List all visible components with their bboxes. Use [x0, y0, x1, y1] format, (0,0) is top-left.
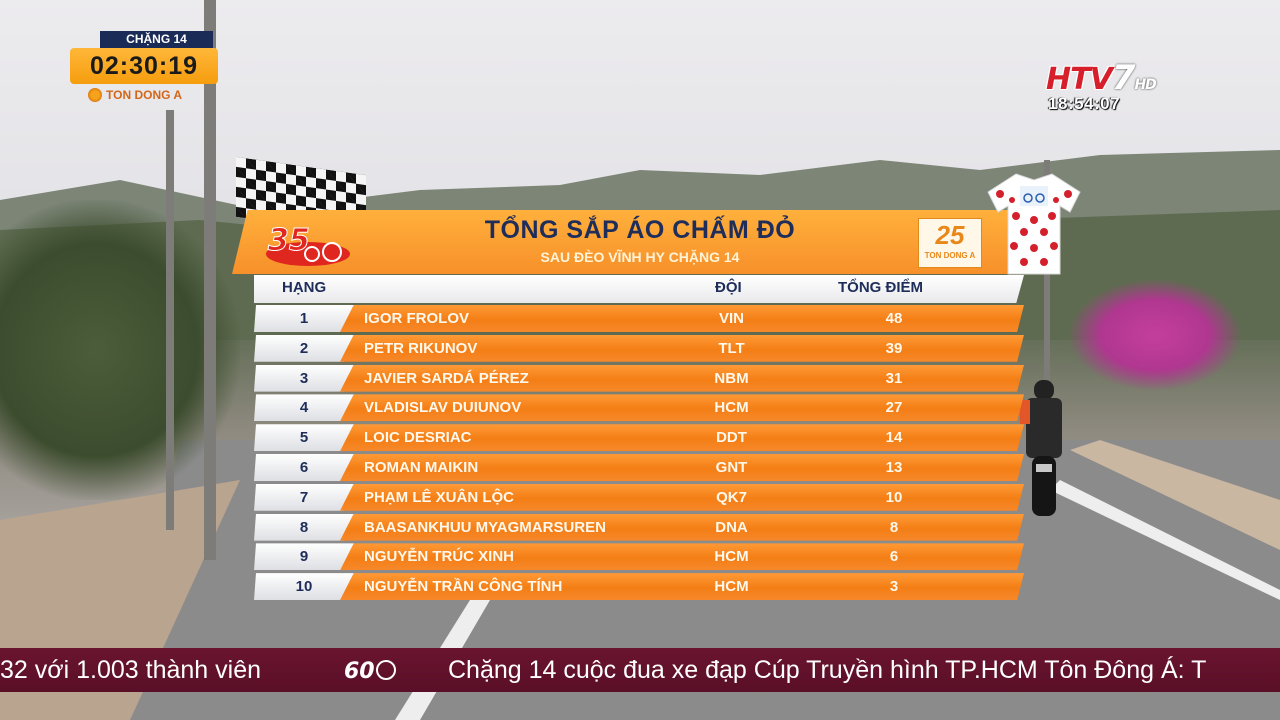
- row-rank: 7: [254, 483, 354, 511]
- utility-pole: [204, 0, 216, 560]
- standings-row: 3 JAVIER SARDÁ PÉREZ NBM 31: [254, 364, 1024, 394]
- row-team: VIN: [718, 310, 744, 327]
- row-points: 10: [885, 488, 903, 506]
- row-points: 6: [889, 548, 899, 566]
- row-rank: 6: [254, 453, 354, 481]
- standings-row: 8 BAASANKHUU MYAGMARSUREN DNA 8: [254, 513, 1024, 543]
- standings-subtitle: SAU ĐÈO VĨNH HY CHẶNG 14: [540, 249, 740, 265]
- sponsor-25-number: 25: [935, 220, 965, 250]
- standings-rows: 1 IGOR FROLOV VIN 48 2 PETR RIKUNOV TLT 39 3 JAVI…: [254, 304, 1024, 602]
- row-rank: 5: [254, 424, 354, 452]
- motorbike-rider: [1020, 380, 1062, 516]
- row-rider-name: VLADISLAV DUIUNOV: [364, 399, 522, 417]
- row-points: 8: [889, 518, 899, 536]
- row-points: 3: [889, 578, 899, 596]
- column-points: TỔNG ĐIỂM: [838, 279, 923, 296]
- column-rank: HẠNG: [282, 279, 327, 296]
- standings-title: TỔNG SẮP ÁO CHẤM ĐỎ: [484, 216, 796, 244]
- flowering-bush: [1070, 280, 1240, 390]
- broadcast-clock: 18:54:07: [1048, 94, 1121, 113]
- row-rank: 4: [254, 394, 354, 422]
- row-rider-name: PHẠM LÊ XUÂN LỘC: [364, 488, 514, 506]
- sponsor-logo-icon: [88, 88, 102, 102]
- row-rank: 1: [254, 305, 354, 332]
- ticker-logo-text: 60: [344, 659, 375, 684]
- row-rider-name: BAASANKHUU MYAGMARSUREN: [364, 518, 606, 536]
- channel-branding: HTV7HD 18:54:07: [1046, 58, 1206, 118]
- row-rider-name: PETR RIKUNOV: [364, 339, 478, 357]
- ticker-text-left: 32 với 1.003 thành viên: [0, 656, 262, 684]
- stage-label: CHẶNG 14: [100, 31, 213, 48]
- row-team: DNA: [715, 518, 748, 536]
- row-team: HCM: [714, 578, 749, 596]
- row-rider-name: IGOR FROLOV: [364, 310, 469, 327]
- htv-60-logo-icon: 60: [344, 659, 396, 684]
- row-rank: 2: [254, 334, 354, 362]
- row-points: 14: [885, 429, 903, 447]
- row-points: 13: [885, 458, 903, 476]
- row-team: HCM: [714, 548, 749, 566]
- standings-row: 9 NGUYỄN TRÚC XINH HCM 6: [254, 542, 1024, 572]
- utility-pole-2: [166, 110, 174, 530]
- column-team: ĐỘI: [715, 279, 742, 296]
- cup-35-number: 35: [268, 223, 310, 258]
- row-rider-name: ROMAN MAIKIN: [364, 458, 479, 476]
- channel-logo: HTV7HD: [1046, 58, 1206, 98]
- row-rank: 3: [254, 364, 354, 392]
- standings-row: 5 LOIC DESRIAC DDT 14: [254, 423, 1024, 453]
- row-team: QK7: [716, 488, 747, 506]
- polka-dot-jersey-icon: [987, 173, 1081, 275]
- row-points: 27: [885, 399, 903, 417]
- channel-hd-badge: HD: [1134, 77, 1156, 93]
- row-points: 31: [885, 369, 903, 387]
- row-points: 39: [885, 339, 903, 357]
- timer-sponsor-text: TON DONG A: [106, 88, 183, 102]
- channel-number: 7: [1111, 58, 1136, 98]
- standings-row: 4 VLADISLAV DUIUNOV HCM 27: [254, 393, 1024, 423]
- standings-row: 7 PHẠM LÊ XUÂN LỘC QK7 10: [254, 483, 1024, 513]
- row-team: GNT: [715, 458, 748, 476]
- row-team: DDT: [716, 429, 747, 447]
- row-team: NBM: [714, 369, 749, 387]
- row-rank: 9: [254, 543, 354, 571]
- standings-column-header: HẠNG ĐỘI TỔNG ĐIỂM: [254, 275, 1024, 303]
- timer-sponsor: TON DONG A: [88, 86, 182, 104]
- standings-row: 10 NGUYỄN TRẦN CÔNG TÍNH HCM 3: [254, 572, 1024, 602]
- standings-row: 1 IGOR FROLOV VIN 48: [254, 304, 1024, 334]
- row-points: 48: [885, 310, 903, 327]
- row-team: TLT: [718, 339, 745, 357]
- channel-logo-text: HTV: [1046, 62, 1113, 97]
- standings-row: 2 PETR RIKUNOV TLT 39: [254, 334, 1024, 364]
- row-rider-name: NGUYỄN TRÚC XINH: [364, 548, 515, 566]
- row-rider-name: NGUYỄN TRẦN CÔNG TÍNH: [364, 578, 563, 596]
- cup-35-logo-icon: 35: [266, 223, 350, 266]
- row-rider-name: LOIC DESRIAC: [364, 429, 472, 447]
- row-rider-name: JAVIER SARDÁ PÉREZ: [364, 369, 529, 387]
- row-rank: 8: [254, 513, 354, 541]
- race-timer: 02:30:19: [70, 48, 218, 84]
- sponsor-25-text: TON DONG A: [924, 251, 976, 260]
- ticker-text-right: Chặng 14 cuộc đua xe đạp Cúp Truyền hình…: [448, 656, 1207, 684]
- news-ticker: 32 với 1.003 thành viên 60 Chặng 14 cuộc…: [0, 648, 1280, 692]
- row-team: HCM: [714, 399, 749, 417]
- row-rank: 10: [254, 573, 354, 601]
- standings-row: 6 ROMAN MAIKIN GNT 13: [254, 453, 1024, 483]
- sponsor-25-logo: 25 TON DONG A: [918, 218, 982, 268]
